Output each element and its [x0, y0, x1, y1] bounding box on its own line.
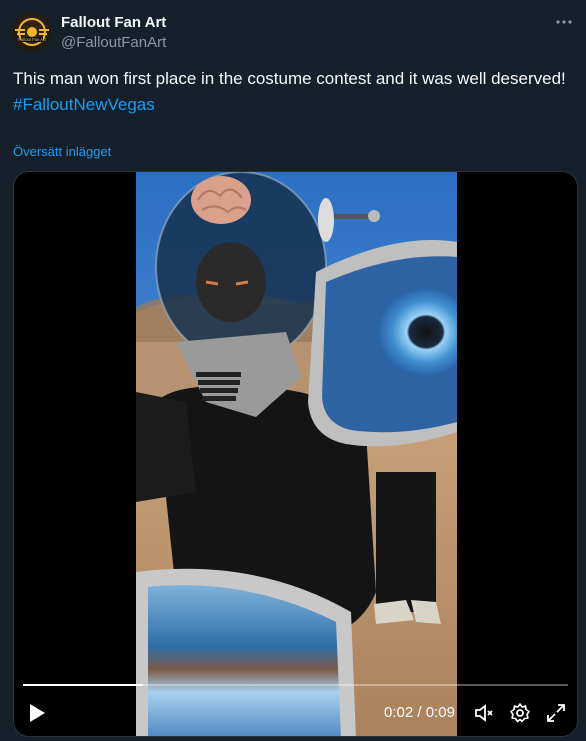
video-controls: 0:02 / 0:09	[14, 690, 577, 736]
play-icon[interactable]	[26, 701, 48, 725]
video-time: 0:02 / 0:09	[384, 704, 455, 721]
expand-icon[interactable]	[545, 702, 567, 724]
gear-icon[interactable]	[509, 702, 531, 724]
duration: 0:09	[425, 704, 455, 721]
tweet-header: Fallout Fan Art Fallout Fan Art @Fallout…	[12, 10, 574, 54]
progress-bar[interactable]	[23, 684, 568, 686]
translate-link[interactable]: Översätt inlägget	[13, 144, 111, 159]
tweet-text: This man won first place in the costume …	[13, 66, 573, 118]
more-dots-icon[interactable]	[554, 12, 574, 32]
time-separator: /	[417, 704, 422, 721]
author-handle[interactable]: @FalloutFanArt	[61, 33, 166, 53]
author-names: Fallout Fan Art @FalloutFanArt	[61, 13, 166, 53]
progress-fill	[23, 684, 143, 686]
tweet-card: Fallout Fan Art Fallout Fan Art @Fallout…	[0, 0, 586, 741]
video-still-image	[136, 172, 457, 736]
avatar[interactable]: Fallout Fan Art	[12, 12, 52, 52]
vault-logo-icon: Fallout Fan Art	[15, 18, 49, 46]
video-frame[interactable]	[136, 172, 457, 736]
tweet-body: This man won first place in the costume …	[13, 69, 566, 88]
volume-muted-icon[interactable]	[473, 702, 495, 724]
author-display-name[interactable]: Fallout Fan Art	[61, 13, 166, 33]
video-player[interactable]: 0:02 / 0:09	[13, 171, 578, 737]
avatar-logo-text: Fallout Fan Art	[18, 37, 46, 42]
hashtag-link[interactable]: #FalloutNewVegas	[13, 92, 573, 118]
current-time: 0:02	[384, 704, 414, 721]
